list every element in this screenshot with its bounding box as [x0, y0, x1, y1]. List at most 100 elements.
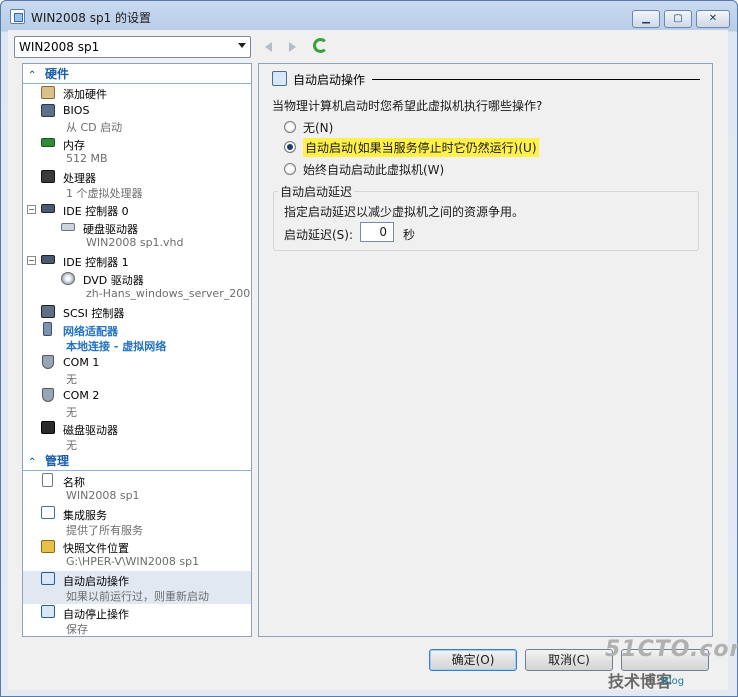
- collapse-toggle-icon[interactable]: −: [27, 205, 36, 214]
- dvd-disc-icon: [61, 272, 75, 285]
- sidebar-item-add-hardware[interactable]: 添加硬件: [23, 84, 251, 102]
- collapse-toggle-icon[interactable]: −: [27, 256, 36, 265]
- sidebar-item-memory[interactable]: 内存 512 MB: [23, 135, 251, 168]
- radio-option-always-auto-start[interactable]: 始终自动启动此虚拟机(W): [284, 160, 444, 178]
- collapse-chevron-icon: ⌃: [28, 70, 37, 81]
- sidebar-item-ide-controller-0[interactable]: − IDE 控制器 0: [23, 201, 251, 219]
- group-divider: [372, 79, 700, 80]
- bios-chip-icon: [41, 104, 55, 117]
- memory-icon: [41, 138, 55, 147]
- sidebar-item-network-adapter[interactable]: 网络适配器 本地连接 - 虚拟网络: [23, 321, 251, 354]
- startup-delay-label: 启动延迟(S):: [284, 228, 354, 242]
- scsi-controller-icon: [41, 305, 55, 318]
- group-title: 自动启动操作: [293, 73, 366, 87]
- radio-label: 自动启动(如果当服务停止时它仍然运行)(U): [303, 137, 539, 157]
- settings-tree: ⌃ 硬件 添加硬件 BIOS 从 CD 启动 内存 512 MB 处理器 1 个…: [22, 63, 252, 637]
- sidebar-item-sublabel: zh-Hans_windows_server_200...: [86, 287, 252, 300]
- sidebar-item-integration-services[interactable]: 集成服务 提供了所有服务: [23, 505, 251, 538]
- management-header-label: 管理: [45, 454, 70, 468]
- sidebar-item-label: 内存: [63, 139, 85, 152]
- watermark-site: 51CTO.com: [605, 637, 738, 662]
- add-hardware-icon: [41, 86, 55, 99]
- forward-arrow-icon[interactable]: [287, 40, 299, 54]
- ok-button[interactable]: 确定(O): [429, 649, 517, 671]
- sidebar-item-label: BIOS: [63, 104, 90, 117]
- sidebar-item-auto-stop-action[interactable]: 自动停止操作 保存: [23, 604, 251, 636]
- chevron-down-icon: [238, 43, 246, 48]
- management-section-header[interactable]: ⌃ 管理: [23, 453, 251, 471]
- back-arrow-icon[interactable]: [263, 40, 275, 54]
- sidebar-item-scsi-controller[interactable]: SCSI 控制器: [23, 303, 251, 321]
- sidebar-item-sublabel: 从 CD 启动: [66, 121, 123, 134]
- sidebar-item-label: IDE 控制器 1: [63, 256, 129, 269]
- sidebar-item-label: COM 2: [63, 389, 100, 402]
- sidebar-item-sublabel: 提供了所有服务: [66, 524, 143, 537]
- radio-button[interactable]: [284, 121, 296, 133]
- sidebar-item-label: 名称: [63, 476, 85, 489]
- vm-selector-dropdown[interactable]: WIN2008 sp1: [14, 36, 251, 58]
- title-bar: WIN2008 sp1 的设置 ▁ ▢ ✕: [1, 1, 737, 31]
- collapse-chevron-icon: ⌃: [28, 457, 37, 468]
- serial-port-icon: [42, 388, 54, 402]
- sidebar-item-sublabel: 512 MB: [66, 152, 108, 165]
- radio-label: 无(N): [303, 120, 334, 135]
- processor-icon: [41, 170, 55, 183]
- sidebar-item-label: IDE 控制器 0: [63, 205, 129, 218]
- sidebar-item-label: COM 1: [63, 356, 100, 369]
- auto-start-icon: [272, 71, 287, 86]
- cancel-button[interactable]: 取消(C): [525, 649, 613, 671]
- ide-controller-icon: [41, 204, 55, 213]
- sidebar-item-processor[interactable]: 处理器 1 个虚拟处理器: [23, 168, 251, 201]
- sidebar-item-label: 自动停止操作: [63, 608, 129, 621]
- radio-button[interactable]: [284, 163, 296, 175]
- startup-delay-title: 自动启动延迟: [278, 183, 355, 200]
- sidebar-item-name[interactable]: 名称 WIN2008 sp1: [23, 472, 251, 505]
- sidebar-item-dvd-drive[interactable]: DVD 驱动器 zh-Hans_windows_server_200...: [23, 270, 251, 303]
- hardware-section-header[interactable]: ⌃ 硬件: [23, 66, 251, 84]
- sidebar-item-sublabel: G:\HPER-V\WIN2008 sp1: [66, 555, 200, 568]
- sidebar-item-label: SCSI 控制器: [63, 307, 125, 320]
- maximize-button[interactable]: ▢: [664, 10, 692, 28]
- minimize-button[interactable]: ▁: [632, 10, 660, 28]
- sidebar-item-label: 磁盘驱动器: [63, 424, 118, 437]
- sidebar-item-sublabel: 无: [66, 373, 77, 386]
- sidebar-item-floppy-drive[interactable]: 磁盘驱动器 无: [23, 420, 251, 453]
- sidebar-item-hard-drive[interactable]: 硬盘驱动器 WIN2008 sp1.vhd: [23, 219, 251, 252]
- radio-option-auto-start-if-running[interactable]: 自动启动(如果当服务停止时它仍然运行)(U): [284, 137, 539, 157]
- sidebar-item-ide-controller-1[interactable]: − IDE 控制器 1: [23, 252, 251, 270]
- serial-port-icon: [42, 355, 54, 369]
- sidebar-item-bios[interactable]: BIOS 从 CD 启动: [23, 102, 251, 135]
- sidebar-item-sublabel: 无: [66, 406, 77, 419]
- startup-delay-unit: 秒: [403, 228, 416, 242]
- radio-button-checked[interactable]: [284, 141, 296, 153]
- sidebar-item-sublabel: WIN2008 sp1.vhd: [86, 236, 184, 249]
- sidebar-item-sublabel: 1 个虚拟处理器: [66, 187, 143, 200]
- startup-delay-input[interactable]: 0: [360, 222, 394, 242]
- sidebar-item-label: DVD 驱动器: [83, 274, 144, 287]
- ide-controller-icon: [41, 255, 55, 264]
- auto-start-icon: [41, 572, 55, 585]
- sidebar-item-auto-start-action[interactable]: 自动启动操作 如果以前运行过，则重新启动: [23, 571, 251, 604]
- watermark-blog: Blog: [662, 676, 685, 687]
- integration-services-icon: [41, 506, 55, 519]
- settings-window-icon: [10, 9, 25, 24]
- network-adapter-icon: [43, 322, 52, 336]
- sidebar-item-sublabel: WIN2008 sp1: [66, 489, 140, 502]
- close-button[interactable]: ✕: [696, 10, 730, 28]
- snapshot-folder-icon: [41, 540, 55, 553]
- hard-drive-icon: [61, 223, 75, 231]
- floppy-disk-icon: [41, 421, 55, 434]
- sidebar-item-label: 自动启动操作: [63, 575, 129, 588]
- radio-option-none[interactable]: 无(N): [284, 118, 333, 136]
- sidebar-item-sublabel: 无: [66, 439, 77, 452]
- sidebar-item-label: 硬盘驱动器: [83, 223, 138, 236]
- sidebar-item-label: 添加硬件: [63, 88, 107, 101]
- auto-start-question: 当物理计算机启动时您希望此虚拟机执行哪些操作?: [272, 99, 543, 113]
- sidebar-item-sublabel: 本地连接 - 虚拟网络: [66, 340, 167, 353]
- auto-stop-icon: [41, 605, 55, 618]
- sidebar-item-snapshot-location[interactable]: 快照文件位置 G:\HPER-V\WIN2008 sp1: [23, 538, 251, 571]
- sidebar-item-com2[interactable]: COM 2 无: [23, 387, 251, 420]
- sidebar-item-com1[interactable]: COM 1 无: [23, 354, 251, 387]
- hardware-header-label: 硬件: [45, 67, 70, 81]
- refresh-icon[interactable]: [313, 38, 328, 53]
